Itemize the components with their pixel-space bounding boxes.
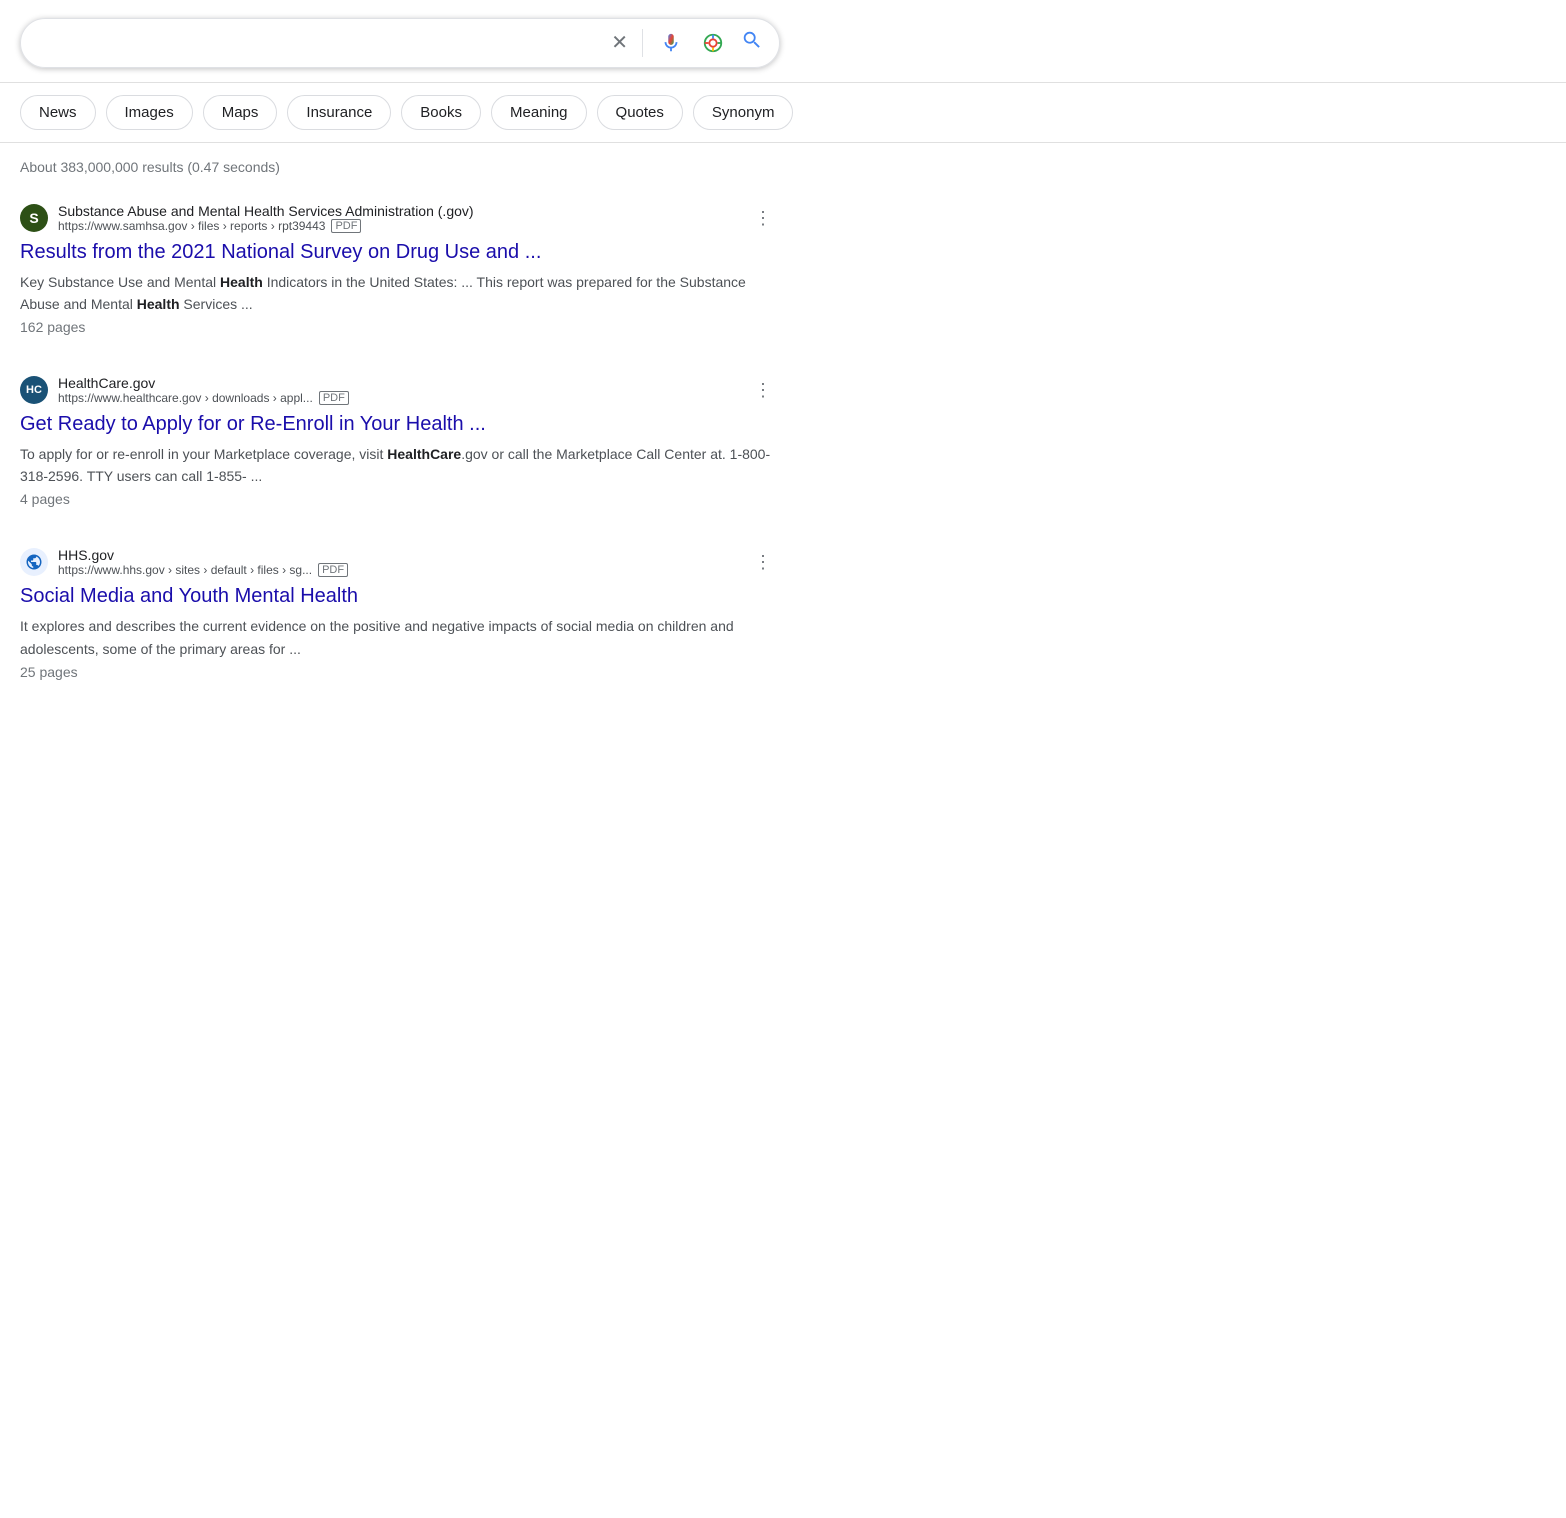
result-title[interactable]: Results from the 2021 National Survey on… (20, 239, 780, 265)
pdf-badge: PDF (318, 563, 348, 577)
search-divider (642, 29, 643, 57)
source-url-row: https://www.samhsa.gov › files › reports… (58, 219, 474, 233)
source-info: Substance Abuse and Mental Health Servic… (58, 203, 474, 233)
pdf-badge: PDF (331, 219, 361, 233)
more-options-button[interactable]: ⋮ (746, 204, 780, 233)
result-title[interactable]: Get Ready to Apply for or Re-Enroll in Y… (20, 411, 780, 437)
clear-icon[interactable]: ✕ (611, 33, 628, 53)
source-name: HHS.gov (58, 547, 348, 563)
search-bar: filetype:pdf health ✕ (20, 18, 780, 68)
source-url-row: https://www.healthcare.gov › downloads ›… (58, 391, 349, 405)
results-count: About 383,000,000 results (0.47 seconds) (20, 159, 280, 175)
source-info: HealthCare.gov https://www.healthcare.go… (58, 375, 349, 405)
more-options-button[interactable]: ⋮ (746, 548, 780, 577)
result-pages: 25 pages (20, 664, 780, 680)
pdf-badge: PDF (319, 391, 349, 405)
source-url: https://www.healthcare.gov › downloads ›… (58, 391, 313, 405)
favicon: HC (20, 376, 48, 404)
favicon: S (20, 204, 48, 232)
search-bar-container: filetype:pdf health ✕ (0, 0, 1566, 83)
filter-pill-books[interactable]: Books (401, 95, 481, 130)
source-name: HealthCare.gov (58, 375, 349, 391)
result-source: HC HealthCare.gov https://www.healthcare… (20, 375, 780, 405)
result-snippet: To apply for or re-enroll in your Market… (20, 443, 780, 487)
result-item: HC HealthCare.gov https://www.healthcare… (20, 355, 780, 527)
source-url-row: https://www.hhs.gov › sites › default › … (58, 563, 348, 577)
search-button[interactable] (741, 29, 763, 57)
filter-pills: News Images Maps Insurance Books Meaning Quote… (0, 83, 1566, 143)
source-name: Substance Abuse and Mental Health Servic… (58, 203, 474, 219)
filter-pill-quotes[interactable]: Quotes (597, 95, 683, 130)
result-source: S Substance Abuse and Mental Health Serv… (20, 203, 780, 233)
result-title[interactable]: Social Media and Youth Mental Health (20, 583, 780, 609)
result-snippet: It explores and describes the current ev… (20, 615, 780, 659)
filter-pill-synonym[interactable]: Synonym (693, 95, 794, 130)
result-source: HHS.gov https://www.hhs.gov › sites › de… (20, 547, 780, 577)
result-snippet: Key Substance Use and Mental Health Indi… (20, 271, 780, 315)
source-url: https://www.hhs.gov › sites › default › … (58, 563, 312, 577)
source-url: https://www.samhsa.gov › files › reports… (58, 219, 325, 233)
search-icons: ✕ (611, 29, 763, 57)
result-item: S Substance Abuse and Mental Health Serv… (20, 183, 780, 355)
filter-pill-insurance[interactable]: Insurance (287, 95, 391, 130)
filter-pill-images[interactable]: Images (106, 95, 193, 130)
favicon (20, 548, 48, 576)
source-info: HHS.gov https://www.hhs.gov › sites › de… (58, 547, 348, 577)
result-pages: 162 pages (20, 319, 780, 335)
lens-icon[interactable] (699, 29, 727, 57)
mic-icon[interactable] (657, 29, 685, 57)
more-options-button[interactable]: ⋮ (746, 376, 780, 405)
filter-pill-maps[interactable]: Maps (203, 95, 278, 130)
results-info: About 383,000,000 results (0.47 seconds) (0, 143, 1566, 183)
search-input[interactable]: filetype:pdf health (37, 33, 611, 54)
filter-pill-meaning[interactable]: Meaning (491, 95, 587, 130)
filter-pill-news[interactable]: News (20, 95, 96, 130)
result-item: HHS.gov https://www.hhs.gov › sites › de… (20, 527, 780, 699)
result-pages: 4 pages (20, 491, 780, 507)
results-list: S Substance Abuse and Mental Health Serv… (0, 183, 1566, 700)
